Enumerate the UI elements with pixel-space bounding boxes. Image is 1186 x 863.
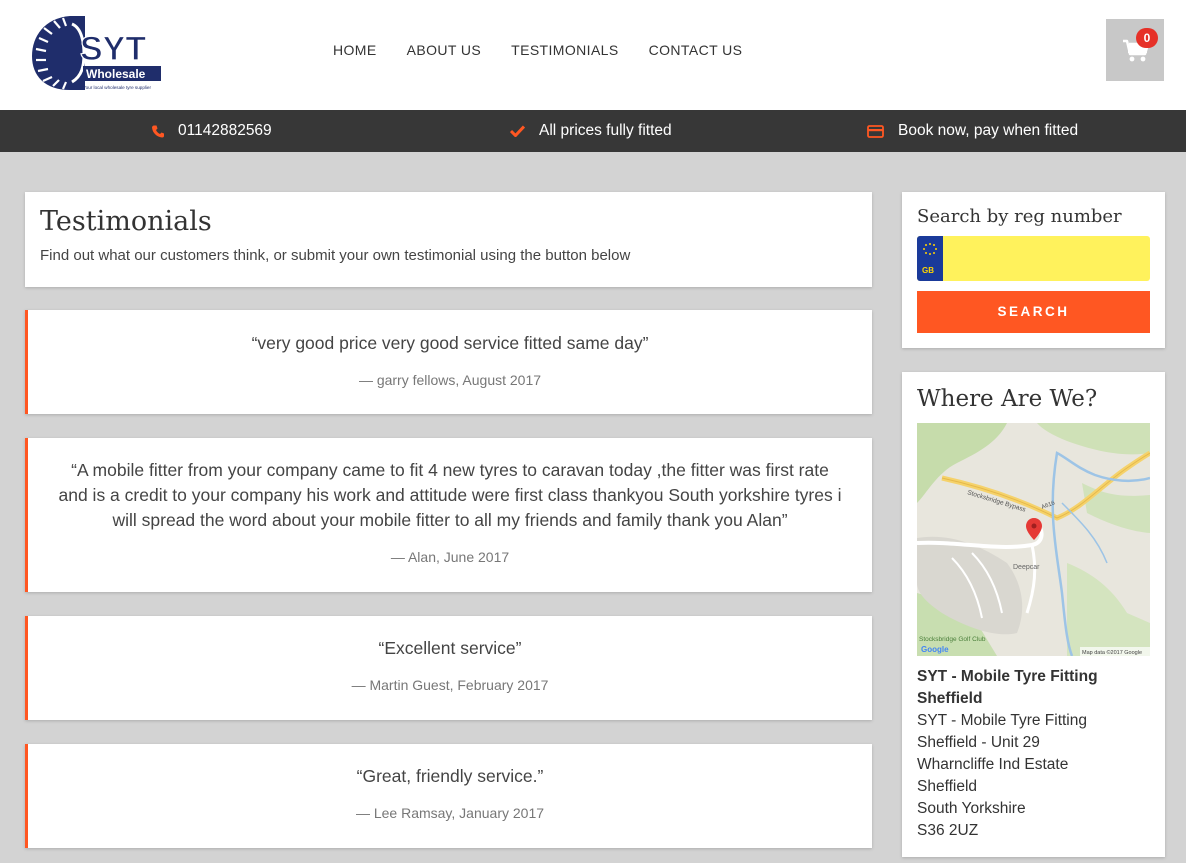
svg-text:Deepcar: Deepcar (1013, 564, 1040, 571)
testimonial-card: “very good price very good service fitte… (25, 310, 872, 414)
svg-text:SYT: SYT (80, 30, 146, 68)
testimonial-author: — Lee Ramsay, January 2017 (355, 805, 545, 821)
phone-number[interactable]: 01142882569 (178, 122, 272, 140)
svg-text:Google: Google (921, 645, 949, 654)
fitted-text: All prices fully fitted (539, 122, 672, 139)
credit-card-icon (867, 124, 884, 138)
reg-search-card: Search by reg number GB SEARCH (902, 192, 1165, 348)
syt-logo[interactable]: SYT Wholesale Your local wholesale tyre … (30, 14, 165, 92)
fitted-info: All prices fully fitted (510, 122, 672, 140)
nav-about-us[interactable]: ABOUT US (407, 42, 482, 58)
nav-home[interactable]: HOME (333, 42, 377, 58)
svg-text:Your local wholesale tyre supp: Your local wholesale tyre supplier (83, 85, 151, 90)
svg-text:Map data ©2017 Google: Map data ©2017 Google (1082, 649, 1142, 656)
testimonials-intro-card: Testimonials Find out what our customers… (25, 192, 872, 287)
location-title: Where Are We? (917, 386, 1098, 412)
eu-stars-icon (923, 243, 937, 255)
testimonial-author: — garry fellows, August 2017 (358, 372, 542, 388)
address-line: SYT - Mobile Tyre Fitting (917, 712, 1087, 729)
phone-info[interactable]: 01142882569 (152, 122, 272, 140)
testimonial-quote: “Excellent service” (378, 638, 522, 658)
main-nav: HOME ABOUT US TESTIMONIALS CONTACT US (333, 42, 772, 58)
phone-icon (152, 125, 164, 138)
reg-number-input[interactable]: GB (917, 236, 1150, 281)
page-title: Testimonials (40, 206, 212, 237)
gb-label: GB (922, 266, 934, 275)
svg-text:Stocksbridge Golf Club: Stocksbridge Golf Club (919, 636, 986, 643)
location-map[interactable]: Stocksbridge Bypass A616 Deepcar Stocksb… (917, 423, 1150, 656)
nav-testimonials[interactable]: TESTIMONIALS (511, 42, 618, 58)
testimonial-card: “Excellent service” — Martin Guest, Febr… (25, 616, 872, 720)
book-text: Book now, pay when fitted (898, 122, 1079, 139)
site-header: SYT Wholesale Your local wholesale tyre … (0, 0, 1186, 110)
testimonial-quote: “Great, friendly service.” (356, 766, 544, 786)
reg-search-title: Search by reg number (917, 206, 1122, 227)
testimonial-author: — Martin Guest, February 2017 (351, 677, 549, 693)
testimonial-card: “Great, friendly service.” — Lee Ramsay,… (25, 744, 872, 848)
address-line: Sheffield (917, 778, 978, 795)
nav-contact-us[interactable]: CONTACT US (649, 42, 743, 58)
address-line: S36 2UZ (917, 822, 979, 839)
testimonial-card: “A mobile fitter from your company came … (25, 438, 872, 592)
testimonial-quote: “A mobile fitter from your company came … (58, 460, 842, 530)
svg-text:Wholesale: Wholesale (86, 67, 146, 81)
cart-button[interactable]: 0 (1106, 19, 1164, 81)
business-name-line1: SYT - Mobile Tyre Fitting (917, 668, 1098, 685)
book-info: Book now, pay when fitted (867, 122, 1078, 140)
info-bar: 01142882569 All prices fully fitted Book… (0, 110, 1186, 152)
cart-count-badge: 0 (1136, 28, 1158, 48)
business-name-line2: Sheffield (917, 690, 983, 707)
page-subtitle: Find out what our customers think, or su… (40, 247, 631, 264)
check-icon (510, 125, 525, 137)
business-address: SYT - Mobile Tyre Fitting Sheffield SYT … (917, 666, 1098, 842)
testimonial-quote: “very good price very good service fitte… (251, 333, 649, 353)
testimonial-author: — Alan, June 2017 (390, 549, 510, 565)
address-line: South Yorkshire (917, 800, 1026, 817)
address-line: Sheffield - Unit 29 (917, 734, 1040, 751)
gb-plate-flag: GB (917, 236, 943, 281)
search-button[interactable]: SEARCH (917, 291, 1150, 333)
address-line: Wharncliffe Ind Estate (917, 756, 1069, 773)
location-card: Where Are We? Stocksbridge Bypass A616 D… (902, 372, 1165, 857)
